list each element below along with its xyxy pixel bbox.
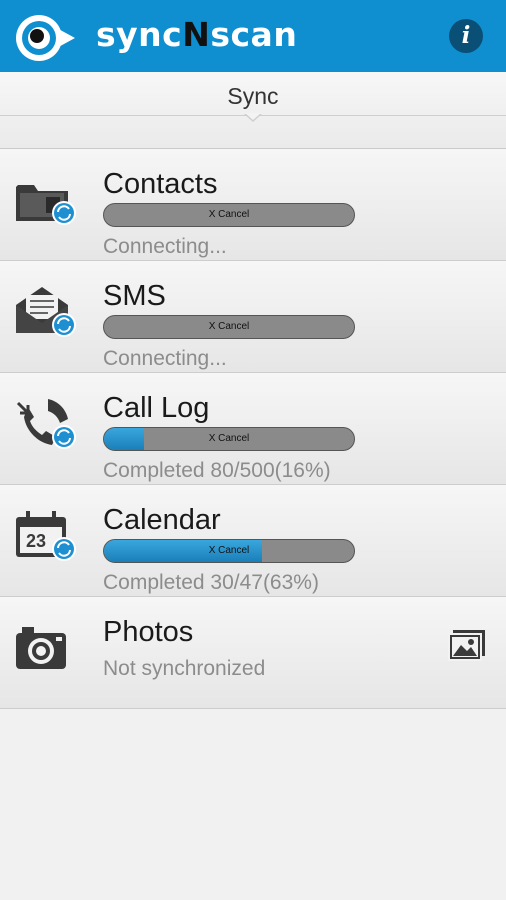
envelope-sync-icon — [16, 287, 76, 337]
sync-item-calendar[interactable]: 23 Calendar X Cancel Completed 30/47(63%… — [0, 485, 506, 597]
cancel-button[interactable]: X Cancel — [104, 428, 354, 450]
camera-icon — [16, 627, 66, 669]
progress-bar: X Cancel — [103, 427, 355, 451]
cancel-button[interactable]: X Cancel — [104, 204, 354, 226]
sync-item-photos[interactable]: Photos Not synchronized — [0, 597, 506, 709]
info-icon: i — [461, 22, 471, 49]
tab-bar: Sync — [0, 72, 506, 149]
sync-status: Completed 80/500(16%) — [103, 459, 331, 482]
tab-indicator — [244, 113, 262, 122]
svg-text:23: 23 — [26, 531, 46, 551]
tab-sync[interactable]: Sync — [0, 83, 506, 110]
sync-status: Not synchronized — [103, 657, 266, 680]
sync-item-title: Calendar — [103, 504, 221, 536]
sync-item-title: Call Log — [103, 392, 210, 424]
sync-list: Contacts X Cancel Connecting... SMS X Ca… — [0, 149, 506, 709]
calendar-sync-icon: 23 — [16, 511, 76, 561]
cancel-button[interactable]: X Cancel — [104, 316, 354, 338]
app-logo-text: syncNscan — [96, 15, 298, 54]
app-bar: syncNscan i — [0, 0, 506, 72]
info-button[interactable]: i — [449, 19, 483, 53]
sync-item-title: SMS — [103, 280, 166, 312]
progress-bar: X Cancel — [103, 315, 355, 339]
gallery-icon[interactable] — [447, 628, 487, 662]
cancel-button[interactable]: X Cancel — [104, 540, 354, 562]
sync-item-sms[interactable]: SMS X Cancel Connecting... — [0, 261, 506, 373]
sync-item-contacts[interactable]: Contacts X Cancel Connecting... — [0, 149, 506, 261]
eye-logo-icon — [16, 15, 75, 61]
phone-sync-icon — [16, 399, 76, 449]
sync-status: Connecting... — [103, 235, 227, 258]
progress-bar: X Cancel — [103, 203, 355, 227]
sync-item-title: Photos — [103, 616, 194, 648]
progress-bar: X Cancel — [103, 539, 355, 563]
sync-status: Connecting... — [103, 347, 227, 370]
sync-item-title: Contacts — [103, 168, 218, 200]
sync-status: Completed 30/47(63%) — [103, 571, 319, 594]
sync-item-call-log[interactable]: Call Log X Cancel Completed 80/500(16%) — [0, 373, 506, 485]
folder-sync-icon — [16, 185, 76, 225]
